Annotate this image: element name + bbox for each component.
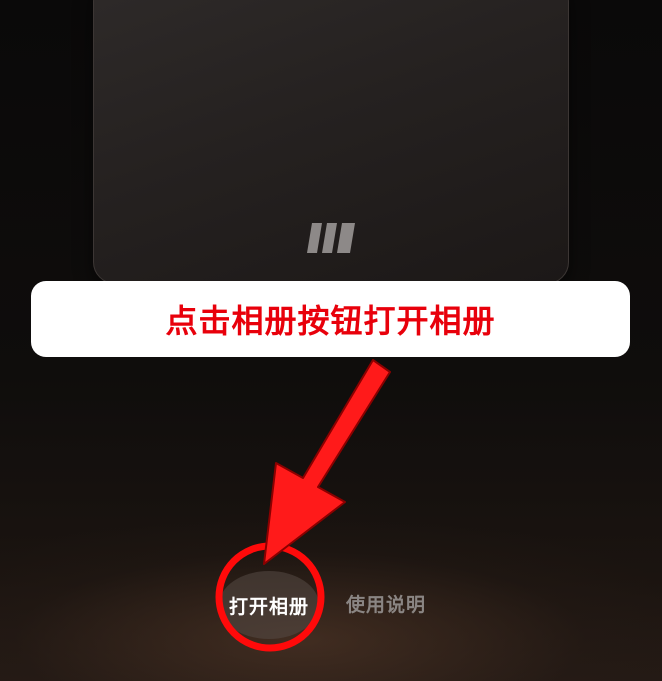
usage-help-link[interactable]: 使用说明	[346, 590, 426, 617]
open-album-label: 打开相册	[228, 595, 309, 618]
brand-logo-icon	[307, 223, 355, 253]
red-arrow-icon	[263, 359, 391, 565]
instruction-text: 点击相册按钮打开相册	[165, 302, 496, 340]
scanner-screen: 点击相册按钮打开相册 打开相册 使用说明	[0, 0, 662, 681]
scan-frame-card	[93, 0, 569, 284]
instruction-callout: 点击相册按钮打开相册	[31, 281, 630, 357]
open-album-button[interactable]: 打开相册	[219, 571, 319, 639]
